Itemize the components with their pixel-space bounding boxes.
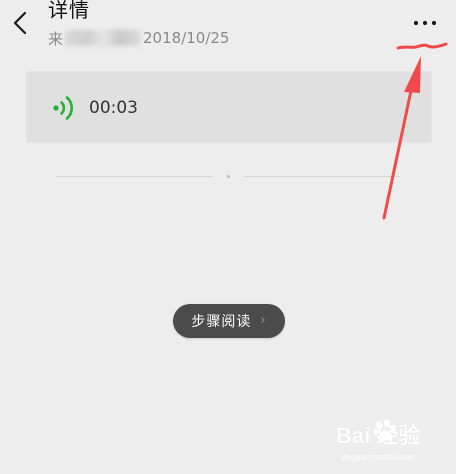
- voice-message-card[interactable]: 00:03: [26, 71, 432, 143]
- source-line: 来 2018/10/25: [48, 28, 229, 48]
- watermark-site: jingyan.baidu.com: [342, 452, 415, 462]
- step-read-button[interactable]: 步骤阅读 ›: [173, 304, 285, 338]
- red-underline-mark: [396, 42, 448, 50]
- voice-wave-icon: [53, 96, 74, 120]
- chevron-left-icon: [13, 11, 27, 35]
- baidu-jingyan-watermark: Bai 经验 jingyan.baidu.com: [336, 418, 448, 470]
- back-button[interactable]: [8, 6, 36, 40]
- paw-icon: [373, 419, 396, 442]
- divider-line-right: [243, 176, 400, 177]
- source-date: 2018/10/25: [143, 29, 230, 47]
- blurred-sender-name: [65, 30, 142, 46]
- divider-line-left: [56, 176, 213, 177]
- source-prefix: 来: [48, 29, 64, 48]
- step-read-label: 步骤阅读: [191, 314, 252, 330]
- content-divider: [56, 175, 400, 178]
- more-options-button[interactable]: [408, 14, 442, 32]
- page-title: 详情: [48, 0, 90, 22]
- chevron-right-icon: ›: [260, 313, 267, 328]
- more-horizontal-icon: [413, 20, 437, 26]
- detail-screen: 详情 来 2018/10/25 00:03 步骤阅读 › Bai 经验 jing…: [0, 0, 456, 474]
- voice-duration: 00:03: [89, 98, 138, 118]
- divider-dot: [226, 175, 230, 178]
